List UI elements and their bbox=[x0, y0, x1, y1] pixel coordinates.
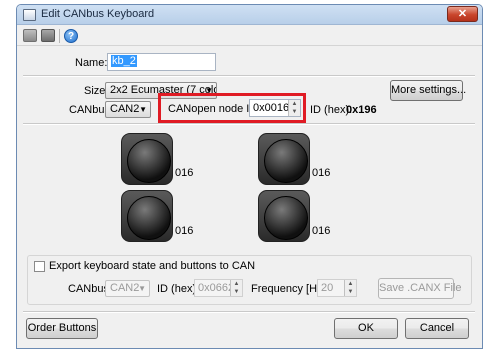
node-id-input[interactable]: 0x0016 ▲ ▼ bbox=[249, 99, 301, 117]
edit-canbus-keyboard-dialog: Edit CANbus Keyboard ✕ ? Name: kb_2 Size… bbox=[16, 4, 483, 349]
node-id-label: CANopen node ID: bbox=[168, 103, 261, 115]
node-id-spinner[interactable]: ▲ ▼ bbox=[288, 100, 300, 116]
divider bbox=[23, 311, 475, 313]
export-id-hex-spinner[interactable]: ▲ ▼ bbox=[230, 280, 242, 296]
keyboard-key-3[interactable] bbox=[121, 190, 173, 242]
key-1-label: 016 bbox=[175, 167, 194, 179]
chevron-down-icon: ▼ bbox=[139, 105, 147, 114]
export-canbus-value: CAN2 bbox=[110, 282, 140, 294]
export-canbus-select[interactable]: CAN2 ▼ bbox=[105, 280, 150, 297]
save-canx-button[interactable]: Save .CANX File bbox=[378, 278, 462, 299]
export-checkbox-label: Export keyboard state and buttons to CAN bbox=[49, 260, 256, 272]
frequency-value: 20 bbox=[321, 282, 334, 294]
keyboard-key-2[interactable] bbox=[258, 133, 310, 185]
node-id-value: 0x0016 bbox=[253, 102, 290, 114]
folder-icon[interactable] bbox=[23, 29, 37, 42]
divider bbox=[23, 123, 475, 125]
divider bbox=[23, 75, 475, 77]
frequency-input[interactable]: 20 ▲ ▼ bbox=[317, 279, 357, 297]
chevron-down-icon: ▼ bbox=[138, 284, 146, 293]
toolbar-separator bbox=[59, 29, 60, 43]
name-input-value: kb_2 bbox=[111, 55, 137, 67]
keyboard-key-4[interactable] bbox=[258, 190, 310, 242]
export-checkbox[interactable] bbox=[34, 261, 45, 272]
canbus-select-value: CAN2 bbox=[110, 103, 140, 115]
key-2-label: 016 bbox=[312, 167, 331, 179]
key-4-label: 016 bbox=[312, 225, 331, 237]
export-id-hex-label: ID (hex): bbox=[157, 283, 200, 295]
key-button-icon bbox=[264, 196, 308, 240]
window-icon bbox=[23, 9, 36, 21]
key-button-icon bbox=[127, 139, 171, 183]
node-id-highlight: CANopen node ID: 0x0016 ▲ ▼ bbox=[158, 93, 306, 123]
cancel-button[interactable]: Cancel bbox=[405, 318, 469, 339]
key-button-icon bbox=[264, 139, 308, 183]
id-hex-value: 0x196 bbox=[346, 104, 377, 116]
ok-button[interactable]: OK bbox=[334, 318, 398, 339]
canbus-select[interactable]: CAN2 ▼ bbox=[105, 101, 151, 118]
window-title: Edit CANbus Keyboard bbox=[41, 8, 155, 20]
keyboard-key-1[interactable] bbox=[121, 133, 173, 185]
frequency-spinner[interactable]: ▲ ▼ bbox=[344, 280, 356, 296]
export-id-hex-input[interactable]: 0x0662 ▲ ▼ bbox=[194, 279, 243, 297]
toolbar: ? bbox=[17, 26, 482, 46]
key-button-icon bbox=[127, 196, 171, 240]
order-buttons-button[interactable]: Order Buttons bbox=[26, 318, 98, 339]
help-icon[interactable]: ? bbox=[64, 29, 78, 43]
title-bar: Edit CANbus Keyboard ✕ bbox=[17, 5, 482, 25]
disk-icon[interactable] bbox=[41, 29, 55, 42]
close-button[interactable]: ✕ bbox=[447, 6, 478, 22]
more-settings-button[interactable]: More settings... bbox=[390, 80, 466, 101]
name-label: Name: bbox=[75, 57, 108, 69]
export-id-hex-value: 0x0662 bbox=[198, 282, 235, 294]
key-3-label: 016 bbox=[175, 225, 194, 237]
name-input[interactable]: kb_2 bbox=[107, 53, 216, 71]
